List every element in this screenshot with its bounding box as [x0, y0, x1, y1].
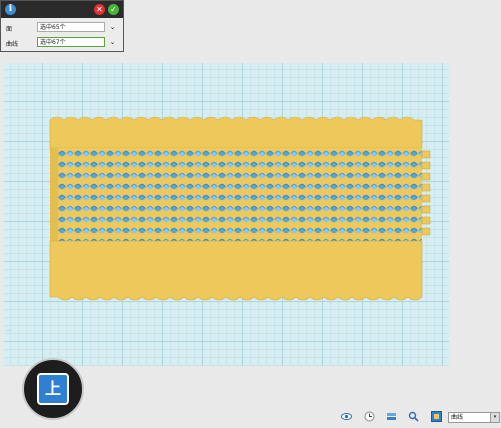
faces-row: 面 选中65个 ⌄ — [1, 21, 123, 35]
view-face-top[interactable]: 上 — [37, 373, 69, 405]
curves-row: 曲线 选中67个 ⌄ — [1, 36, 123, 50]
model-shape[interactable] — [49, 116, 431, 301]
selection-filter-select[interactable]: 曲线 ▾ — [448, 412, 500, 423]
selection-filter-value: 曲线 — [451, 414, 464, 421]
chevron-down-icon[interactable]: ▾ — [490, 413, 499, 422]
model-view — [49, 116, 431, 301]
eye-icon[interactable] — [341, 411, 352, 422]
search-icon[interactable] — [408, 411, 419, 422]
ruler-label: — — [6, 328, 11, 334]
cancel-icon[interactable]: ✕ — [94, 4, 105, 15]
curves-field[interactable]: 选中67个 — [37, 37, 105, 47]
curves-label: 曲线 — [6, 41, 19, 48]
layers-icon[interactable] — [386, 411, 397, 422]
clock-icon[interactable] — [364, 411, 375, 422]
panel-header: i ✕ ✓ — [1, 1, 123, 18]
view-mode-icon[interactable] — [431, 411, 442, 422]
info-icon[interactable]: i — [5, 4, 16, 15]
property-panel: i ✕ ✓ 面 选中65个 ⌄ 曲线 选中67个 ⌄ — [0, 0, 124, 52]
view-cube[interactable]: 上 — [22, 358, 84, 420]
viewport-canvas[interactable]: — — [4, 63, 449, 366]
faces-expand-icon[interactable]: ⌄ — [108, 22, 117, 32]
faces-label: 面 — [6, 26, 13, 33]
confirm-icon[interactable]: ✓ — [108, 4, 119, 15]
faces-field[interactable]: 选中65个 — [37, 22, 105, 32]
panel-body: 面 选中65个 ⌄ 曲线 选中67个 ⌄ — [1, 18, 123, 51]
curves-expand-icon[interactable]: ⌄ — [108, 37, 117, 47]
